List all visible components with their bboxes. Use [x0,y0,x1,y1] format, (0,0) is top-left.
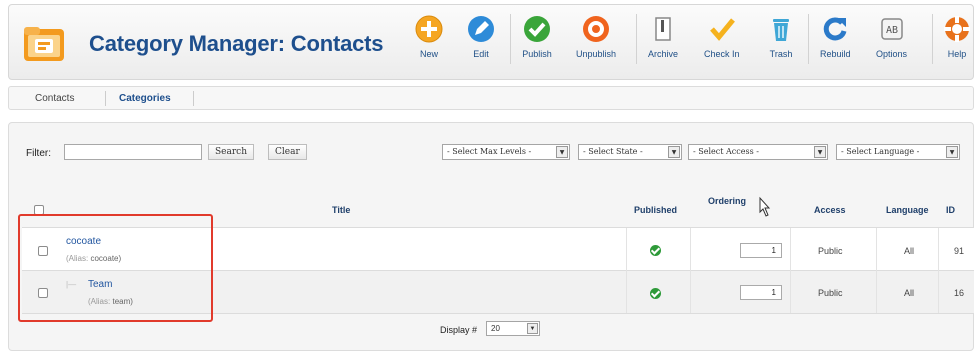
language-cell: All [904,246,915,256]
submenu-item-contacts[interactable]: Contacts [35,93,74,104]
new-button[interactable]: New [414,14,444,70]
id-cell: 16 [954,288,965,298]
dropdown-arrow-icon: ▼ [556,146,568,158]
language-cell: All [904,288,915,298]
select-max-levels-value: - Select Max Levels - [447,147,532,156]
toolbar-separator [510,14,511,64]
ordering-input[interactable]: 1 [740,243,782,258]
options-label: Options [876,49,908,59]
edit-label: Edit [473,49,489,59]
row-divider [22,313,974,314]
archive-label: Archive [648,49,679,59]
category-alias: (Alias: team) [88,297,133,306]
edit-button[interactable]: Edit [466,14,496,70]
submenu: Contacts Categories [8,86,974,110]
rebuild-icon [824,17,847,41]
published-check-icon[interactable] [650,288,661,299]
check-in-button[interactable]: Check In [704,14,740,70]
publish-icon [524,16,550,42]
display-count-value: 20 [491,324,500,333]
select-all-checkbox[interactable] [34,205,44,215]
column-divider [938,228,939,313]
unpublish-button[interactable]: Unpublish [576,14,616,70]
access-cell: Public [818,288,843,298]
help-button[interactable]: Help [942,14,972,70]
rebuild-button[interactable]: Rebuild [820,14,851,70]
unpublish-label: Unpublish [576,49,617,59]
dropdown-arrow-icon: ▼ [527,323,538,334]
dropdown-arrow-icon: ▼ [814,146,826,158]
filter-search-input[interactable] [64,144,202,160]
display-count-select[interactable]: 20 ▼ [486,321,540,336]
published-check-icon[interactable] [650,245,661,256]
submenu-item-categories[interactable]: Categories [119,93,171,104]
dropdown-arrow-icon: ▼ [946,146,958,158]
submenu-separator [105,91,106,106]
toolbar-separator [636,14,637,64]
options-icon: AB [880,18,903,40]
display-count-label: Display # [440,325,478,335]
publish-label: Publish [522,49,552,59]
search-button[interactable]: Search [208,144,254,160]
row-divider [22,270,974,271]
column-header-access[interactable]: Access [814,205,846,215]
column-header-published[interactable]: Published [634,205,677,215]
column-divider [690,228,691,313]
trash-button[interactable]: Trash [766,14,796,70]
select-max-levels[interactable]: - Select Max Levels - ▼ [442,144,570,160]
category-folder-icon [24,27,64,61]
help-icon [944,16,970,42]
category-alias: (Alias: cocoate) [66,254,121,263]
column-header-title[interactable]: Title [332,205,350,215]
select-state[interactable]: - Select State - ▼ [578,144,682,160]
column-divider [790,228,791,313]
select-access-value: - Select Access - [693,147,759,156]
svg-text:AB: AB [885,25,897,36]
column-header-language[interactable]: Language [886,205,929,215]
edit-icon [468,16,494,42]
alias-label: (Alias: [88,297,111,306]
select-language[interactable]: - Select Language - ▼ [836,144,960,160]
select-language-value: - Select Language - [841,147,920,156]
column-header-ordering[interactable]: Ordering [708,196,746,206]
category-title-link[interactable]: Team [88,279,112,290]
column-header-id[interactable]: ID [946,205,955,215]
column-divider [626,228,627,313]
check-in-label: Check In [704,49,740,59]
unpublish-icon [583,16,610,42]
select-state-value: - Select State - [583,147,643,156]
alias-label: (Alias: [66,254,89,263]
row-checkbox[interactable] [38,288,48,298]
id-cell: 91 [954,246,965,256]
ordering-input[interactable]: 1 [740,285,782,300]
access-cell: Public [818,246,843,256]
category-title-link[interactable]: cocoate [66,236,101,247]
new-label: New [419,49,438,59]
row-checkbox[interactable] [38,246,48,256]
column-divider [876,228,877,313]
dropdown-arrow-icon: ▼ [668,146,680,158]
toolbar-separator [932,14,933,64]
select-access[interactable]: - Select Access - ▼ [688,144,828,160]
alias-value: team) [112,297,133,306]
row-divider [22,227,974,228]
toolbar-separator [808,14,809,64]
publish-button[interactable]: Publish [522,14,552,70]
archive-button[interactable]: Archive [648,14,678,70]
options-button[interactable]: AB Options [876,14,907,70]
check-in-icon [709,18,735,41]
cursor-hand-icon [759,196,771,217]
trash-icon [773,19,789,41]
clear-button[interactable]: Clear [268,144,307,160]
page-title: Category Manager: Contacts [89,31,384,56]
filter-label: Filter: [26,148,51,159]
new-icon [415,15,443,43]
archive-icon [655,17,671,41]
level-indent-marker: |— [66,280,77,289]
help-label: Help [947,49,967,59]
alias-value: cocoate) [90,254,122,263]
trash-label: Trash [769,49,793,59]
rebuild-label: Rebuild [820,49,851,59]
submenu-separator [193,91,194,106]
